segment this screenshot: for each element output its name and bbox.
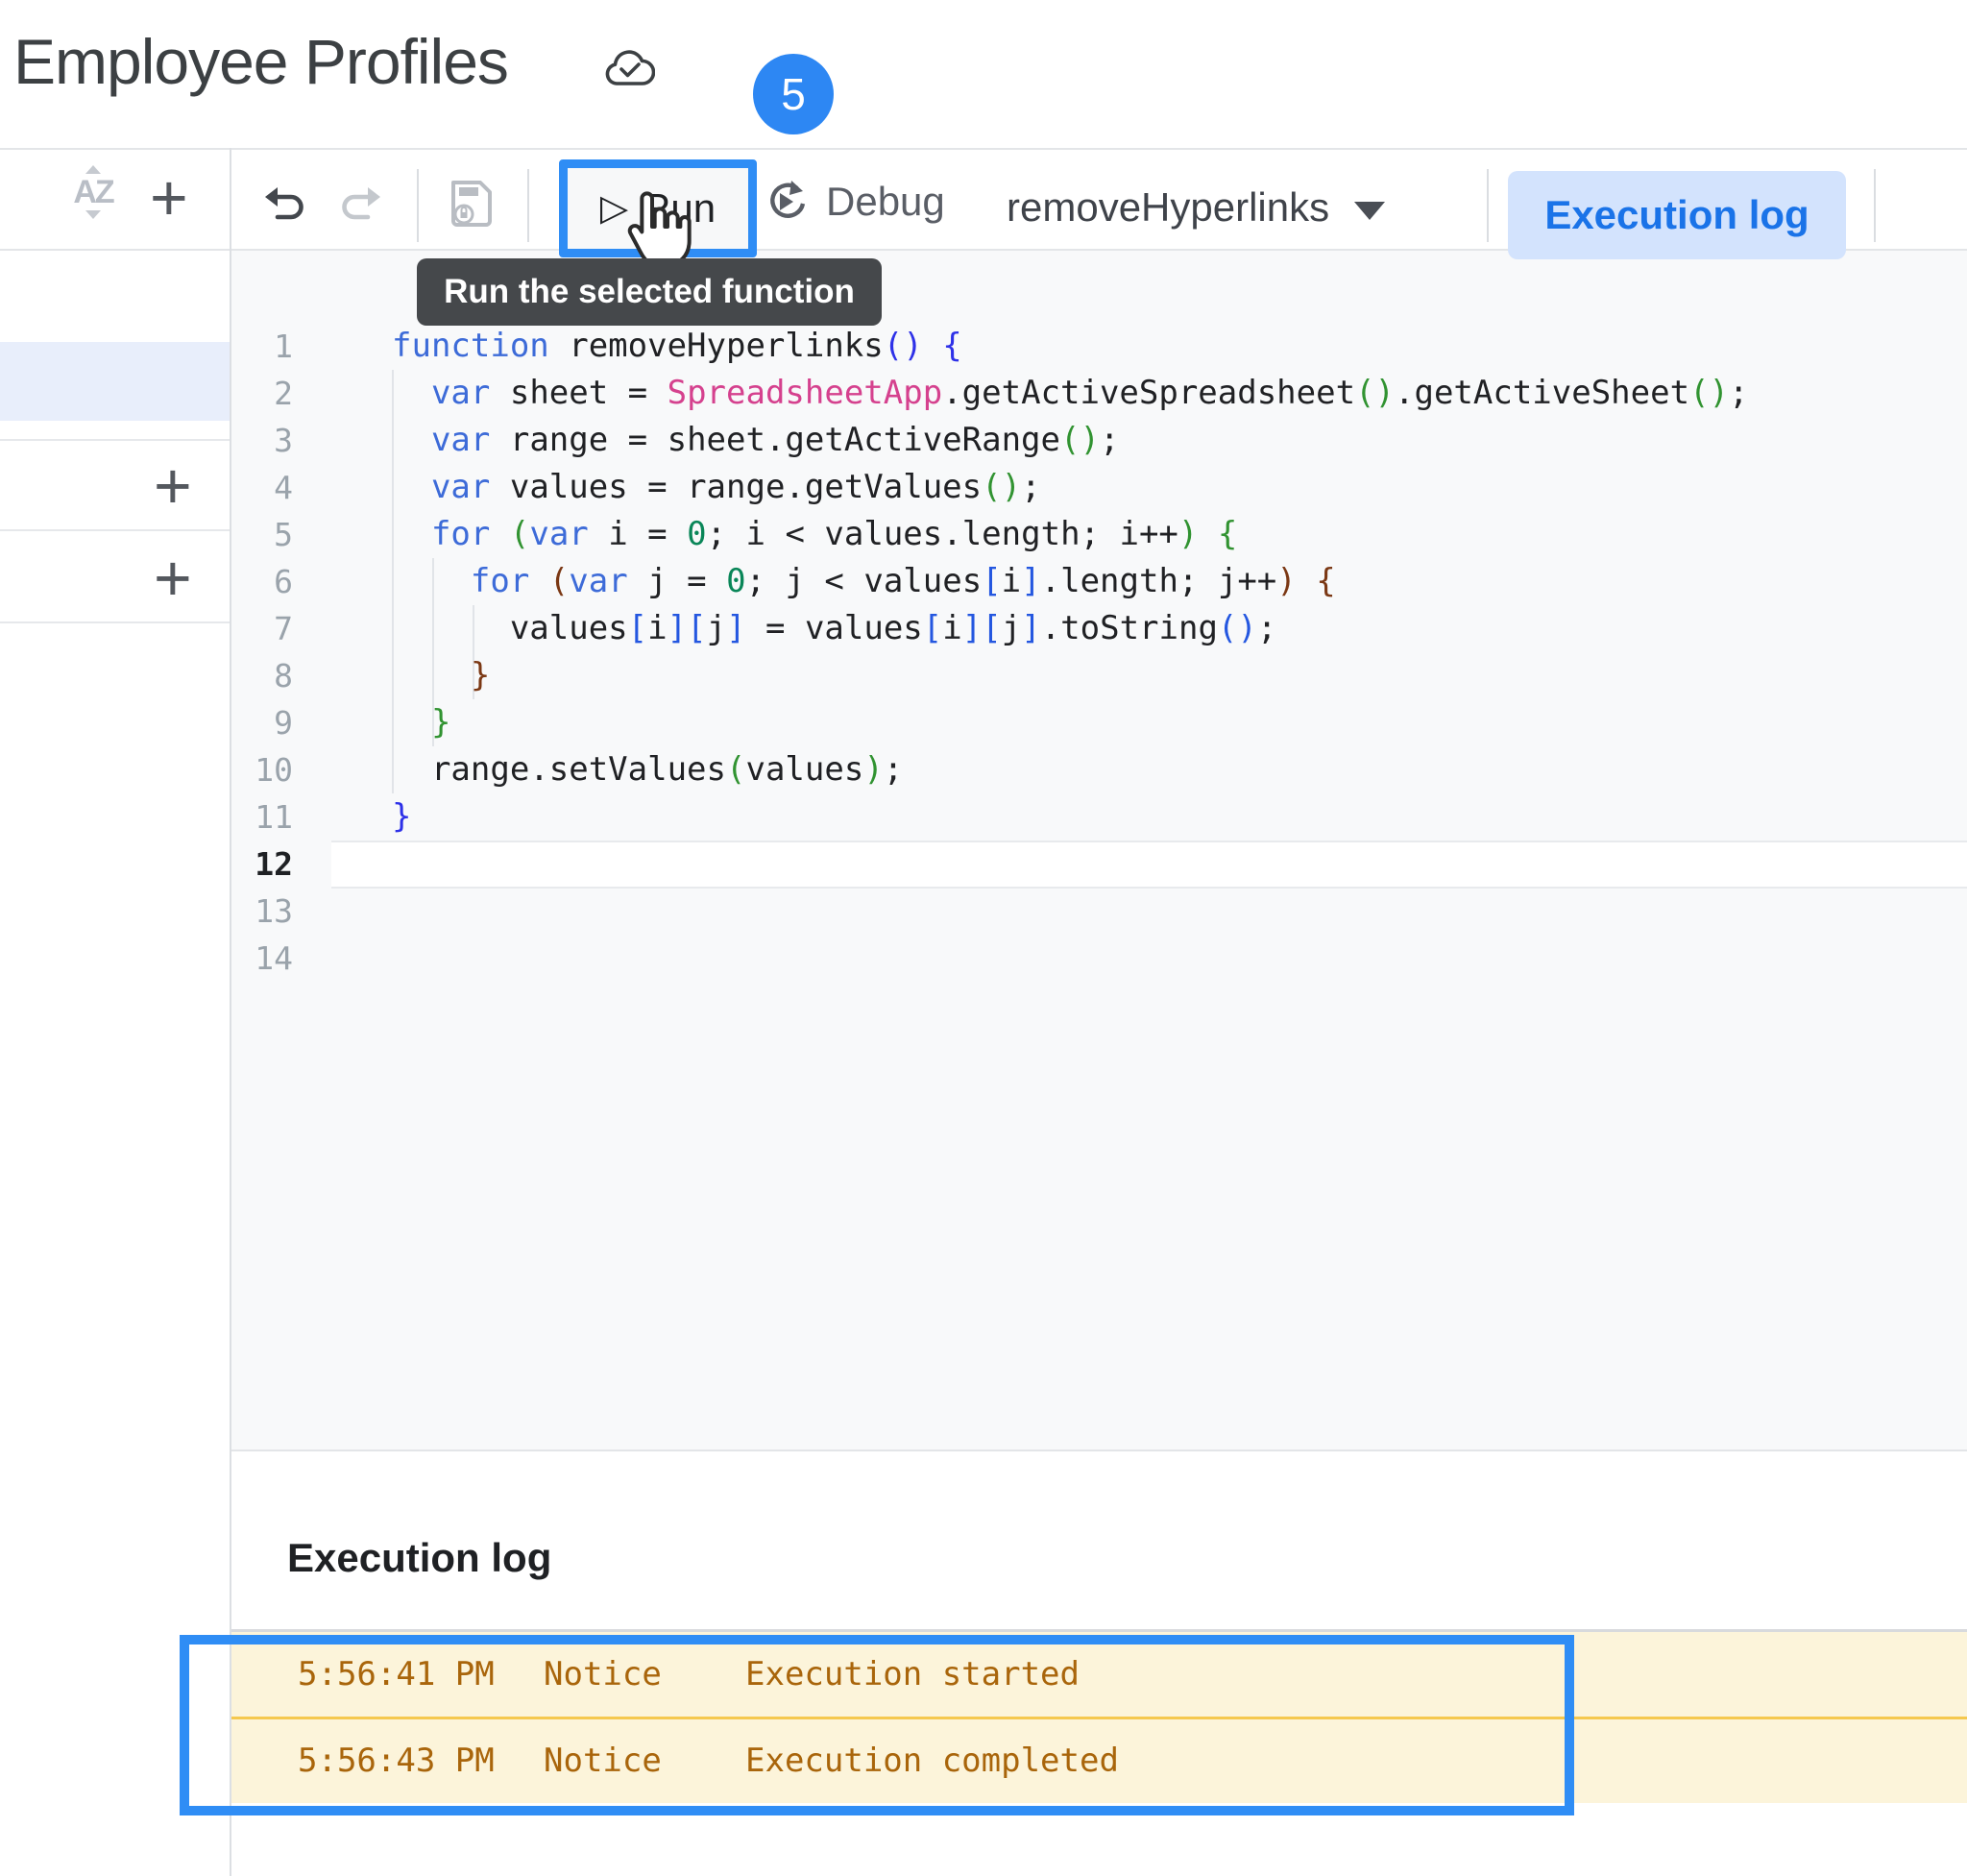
line-number: 3 <box>0 417 293 464</box>
add-file-button[interactable]: + <box>150 165 188 231</box>
line-number: 10 <box>0 746 293 793</box>
toolbar-top-border <box>0 148 1967 150</box>
log-panel-top-border <box>231 1450 1967 1451</box>
chevron-down-icon <box>1354 202 1385 220</box>
code-line[interactable]: 13 <box>0 888 1967 935</box>
code-line[interactable]: 7 values[i][j] = values[i][j].toString()… <box>0 605 1967 652</box>
code-line[interactable]: 5 for (var i = 0; i < values.length; i++… <box>0 511 1967 558</box>
annotation-step-badge: 5 <box>753 54 834 134</box>
code-line[interactable]: 10 range.setValues(values); <box>0 746 1967 793</box>
line-number: 6 <box>0 558 293 605</box>
save-project-button[interactable] <box>444 175 499 235</box>
line-number: 13 <box>0 888 293 935</box>
code-line[interactable]: 6 for (var j = 0; j < values[i].length; … <box>0 558 1967 605</box>
code-line[interactable]: 12 <box>0 841 1967 888</box>
line-number: 7 <box>0 605 293 652</box>
line-number: 12 <box>0 841 293 888</box>
execution-log-heading: Execution log <box>287 1535 551 1581</box>
redo-arrow-icon <box>338 183 382 227</box>
code-text: values[i][j] = values[i][j].toString(); <box>392 605 1276 652</box>
project-title[interactable]: Employee Profiles <box>13 25 508 98</box>
code-line[interactable]: 2 var sheet = SpreadsheetApp.getActiveSp… <box>0 370 1967 417</box>
code-lines: 1function removeHyperlinks() {2 var shee… <box>0 323 1967 982</box>
code-text: range.setValues(values); <box>392 746 903 793</box>
line-number: 4 <box>0 464 293 511</box>
toolbar-separator <box>1487 169 1489 242</box>
debug-restart-icon <box>765 179 811 225</box>
code-text: } <box>392 652 490 699</box>
code-text: function removeHyperlinks() { <box>392 323 962 370</box>
code-line[interactable]: 4 var values = range.getValues(); <box>0 464 1967 511</box>
code-line[interactable]: 3 var range = sheet.getActiveRange(); <box>0 417 1967 464</box>
code-text: for (var i = 0; i < values.length; i++) … <box>392 511 1237 558</box>
sort-up-arrow-icon <box>85 165 101 174</box>
code-text: for (var j = 0; j < values[i].length; j+… <box>392 558 1336 605</box>
toolbar-separator <box>527 169 529 242</box>
debug-button-label: Debug <box>826 179 945 225</box>
redo-button[interactable] <box>338 183 382 231</box>
execution-log-button[interactable]: Execution log <box>1508 171 1846 259</box>
cloud-check-icon <box>603 48 655 97</box>
toolbar-separator <box>417 169 419 242</box>
code-line[interactable]: 8 } <box>0 652 1967 699</box>
line-number: 5 <box>0 511 293 558</box>
debug-button[interactable]: Debug <box>765 179 945 225</box>
line-number: 14 <box>0 935 293 982</box>
code-line[interactable]: 9 } <box>0 699 1967 746</box>
undo-button[interactable] <box>263 183 307 231</box>
function-selector-dropdown[interactable]: removeHyperlinks <box>1007 179 1385 236</box>
code-line[interactable]: 14 <box>0 935 1967 982</box>
toolbar-separator <box>1874 169 1876 242</box>
code-text: var range = sheet.getActiveRange(); <box>392 417 1119 464</box>
code-text: var sheet = SpreadsheetApp.getActiveSpre… <box>392 370 1749 417</box>
code-text: } <box>392 699 450 746</box>
function-selector-value: removeHyperlinks <box>1007 184 1329 231</box>
apps-script-editor-window: Employee Profiles 5 AZ + + + <box>0 0 1967 1876</box>
code-text: var values = range.getValues(); <box>392 464 1041 511</box>
line-number: 11 <box>0 793 293 841</box>
annotation-highlight-box <box>180 1635 1574 1815</box>
code-line[interactable]: 11} <box>0 793 1967 841</box>
save-project-icon <box>444 175 499 231</box>
code-line[interactable]: 1 function removeHyperlinks() { <box>0 323 1967 370</box>
sort-az-icon[interactable]: AZ <box>63 165 123 219</box>
line-number: 9 <box>0 699 293 746</box>
run-tooltip: Run the selected function <box>417 258 882 326</box>
undo-arrow-icon <box>263 183 307 227</box>
code-text: } <box>392 793 411 841</box>
sort-down-arrow-icon <box>85 210 101 219</box>
line-number: 8 <box>0 652 293 699</box>
line-number: 2 <box>0 370 293 417</box>
line-number: 1 <box>0 323 293 370</box>
